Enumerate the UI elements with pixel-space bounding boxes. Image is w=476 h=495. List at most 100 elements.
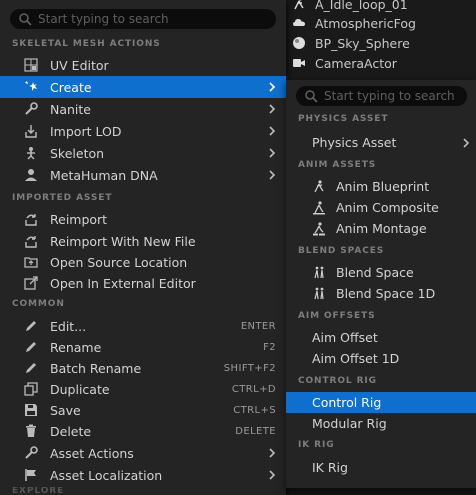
menu-item-label: Open Source Location bbox=[50, 254, 188, 270]
menu-item-asset-localization[interactable]: Asset Localization bbox=[0, 464, 286, 486]
menu-item-label: Nanite bbox=[50, 101, 91, 117]
duplicate-icon bbox=[24, 382, 38, 396]
pencil-icon bbox=[24, 319, 38, 333]
menu-item-label: Blend Space 1D bbox=[336, 286, 436, 301]
main-search-box[interactable] bbox=[10, 9, 276, 29]
shortcut-label: CTRL+D bbox=[231, 383, 276, 395]
skeleton-icon bbox=[24, 146, 38, 160]
submenu-item-anim-blueprint[interactable]: Anim Blueprint bbox=[286, 176, 476, 197]
metahuman-icon bbox=[24, 168, 38, 182]
menu-item-label: Anim Composite bbox=[336, 200, 439, 215]
menu-item-duplicate[interactable]: Duplicate CTRL+D bbox=[0, 378, 286, 400]
menu-item-create[interactable]: Create bbox=[0, 76, 286, 98]
menu-item-edit[interactable]: Edit... ENTER bbox=[0, 315, 286, 337]
menu-item-label: Blend Space bbox=[336, 265, 414, 280]
menu-item-label: Edit... bbox=[50, 318, 87, 334]
anim-montage-icon bbox=[312, 222, 326, 236]
menu-item-label: Aim Offset bbox=[312, 330, 378, 345]
menu-item-label: Create bbox=[50, 79, 92, 95]
reimport-icon bbox=[24, 212, 38, 226]
section-ik-rig: IK RIG bbox=[298, 440, 335, 450]
menu-item-save[interactable]: Save CTRL+S bbox=[0, 399, 286, 421]
menu-item-label: Physics Asset bbox=[312, 135, 397, 150]
menu-item-label: Rename bbox=[50, 339, 102, 355]
wrench-icon bbox=[24, 102, 38, 116]
menu-item-label: Aim Offset 1D bbox=[312, 351, 400, 366]
section-control-rig: CONTROL RIG bbox=[298, 376, 377, 386]
chevron-right-icon bbox=[269, 82, 276, 92]
section-anim-assets: ANIM ASSETS bbox=[298, 160, 377, 170]
outliner-row-label: BP_Sky_Sphere bbox=[315, 35, 410, 51]
submenu-item-anim-composite[interactable]: Anim Composite bbox=[286, 197, 476, 218]
sub-search-box[interactable] bbox=[296, 86, 467, 106]
search-icon bbox=[304, 89, 318, 103]
shortcut-label: CTRL+S bbox=[233, 404, 276, 416]
menu-item-label: IK Rig bbox=[312, 460, 348, 475]
menu-item-reimport[interactable]: Reimport bbox=[0, 208, 286, 230]
menu-item-asset-actions[interactable]: Asset Actions bbox=[0, 442, 286, 464]
anim-composite-icon bbox=[312, 201, 326, 215]
outliner-row[interactable]: CameraActor bbox=[292, 53, 397, 73]
submenu-item-ik-rig[interactable]: IK Rig bbox=[286, 457, 476, 478]
menu-item-rename[interactable]: Rename F2 bbox=[0, 336, 286, 358]
outliner-row[interactable]: BP_Sky_Sphere bbox=[292, 33, 410, 53]
section-imported-asset: IMPORTED ASSET bbox=[12, 193, 113, 203]
menu-item-label: Asset Actions bbox=[50, 445, 134, 461]
trash-icon bbox=[24, 424, 38, 438]
submenu-item-aim-offset[interactable]: Aim Offset bbox=[286, 327, 476, 348]
shortcut-label: ENTER bbox=[240, 320, 276, 332]
menu-item-label: Skeleton bbox=[50, 145, 105, 161]
wrench-icon bbox=[24, 446, 38, 460]
menu-item-label: Batch Rename bbox=[50, 360, 142, 376]
save-icon bbox=[24, 403, 38, 417]
reimport-icon bbox=[24, 234, 38, 248]
sub-search-input[interactable] bbox=[324, 89, 467, 103]
blend-space-icon bbox=[312, 287, 326, 301]
menu-item-delete[interactable]: Delete DELETE bbox=[0, 420, 286, 442]
menu-item-open-external-editor[interactable]: Open In External Editor bbox=[0, 272, 286, 294]
outliner-row[interactable]: AtmosphericFog bbox=[292, 13, 416, 33]
main-search-input[interactable] bbox=[38, 12, 276, 26]
menu-item-label: Save bbox=[50, 402, 81, 418]
section-blend-spaces: BLEND SPACES bbox=[298, 246, 385, 256]
menu-item-label: Import LOD bbox=[50, 123, 122, 139]
menu-item-reimport-new-file[interactable]: Reimport With New File bbox=[0, 230, 286, 252]
chevron-right-icon bbox=[269, 104, 276, 114]
menu-item-open-source-location[interactable]: Open Source Location bbox=[0, 251, 286, 273]
chevron-right-icon bbox=[269, 148, 276, 158]
shortcut-label: F2 bbox=[263, 341, 276, 353]
flag-icon bbox=[24, 468, 38, 482]
menu-item-label: Duplicate bbox=[50, 381, 110, 397]
chevron-right-icon bbox=[269, 470, 276, 480]
menu-item-label: Delete bbox=[50, 423, 92, 439]
menu-item-label: Asset Localization bbox=[50, 467, 163, 483]
submenu-item-aim-offset-1d[interactable]: Aim Offset 1D bbox=[286, 348, 476, 369]
submenu-item-anim-montage[interactable]: Anim Montage bbox=[286, 218, 476, 239]
menu-item-label: Anim Montage bbox=[336, 221, 427, 236]
menu-item-label: Open In External Editor bbox=[50, 275, 196, 291]
create-sparkle-icon bbox=[24, 80, 38, 94]
blend-space-icon bbox=[312, 266, 326, 280]
menu-item-uv-editor[interactable]: UV Editor bbox=[0, 54, 286, 76]
submenu-item-blend-space[interactable]: Blend Space bbox=[286, 262, 476, 283]
submenu-item-modular-rig[interactable]: Modular Rig bbox=[286, 413, 476, 434]
chevron-right-icon bbox=[463, 138, 470, 148]
section-partial-cut-off: EXPLORE bbox=[12, 487, 65, 495]
submenu-item-physics-asset[interactable]: Physics Asset bbox=[286, 132, 476, 153]
menu-item-skeleton[interactable]: Skeleton bbox=[0, 142, 286, 164]
cloud-icon bbox=[292, 16, 306, 30]
menu-item-metahuman-dna[interactable]: MetaHuman DNA bbox=[0, 164, 286, 186]
world-outliner-list: A_Idle_loop_01 AtmosphericFog BP_Sky_Sph… bbox=[286, 0, 476, 80]
outliner-row-label: AtmosphericFog bbox=[315, 15, 416, 31]
create-submenu: PHYSICS ASSET Physics Asset ANIM ASSETS … bbox=[286, 80, 476, 488]
menu-item-label: Reimport bbox=[50, 211, 108, 227]
outliner-row[interactable]: A_Idle_loop_01 bbox=[292, 0, 408, 14]
menu-item-batch-rename[interactable]: Batch Rename SHIFT+F2 bbox=[0, 357, 286, 379]
submenu-item-blend-space-1d[interactable]: Blend Space 1D bbox=[286, 283, 476, 304]
section-physics-asset: PHYSICS ASSET bbox=[298, 114, 389, 124]
menu-item-import-lod[interactable]: Import LOD bbox=[0, 120, 286, 142]
section-aim-offsets: AIM OFFSETS bbox=[298, 311, 376, 321]
menu-item-nanite[interactable]: Nanite bbox=[0, 98, 286, 120]
submenu-item-control-rig[interactable]: Control Rig bbox=[286, 392, 476, 413]
pencil-icon bbox=[24, 340, 38, 354]
